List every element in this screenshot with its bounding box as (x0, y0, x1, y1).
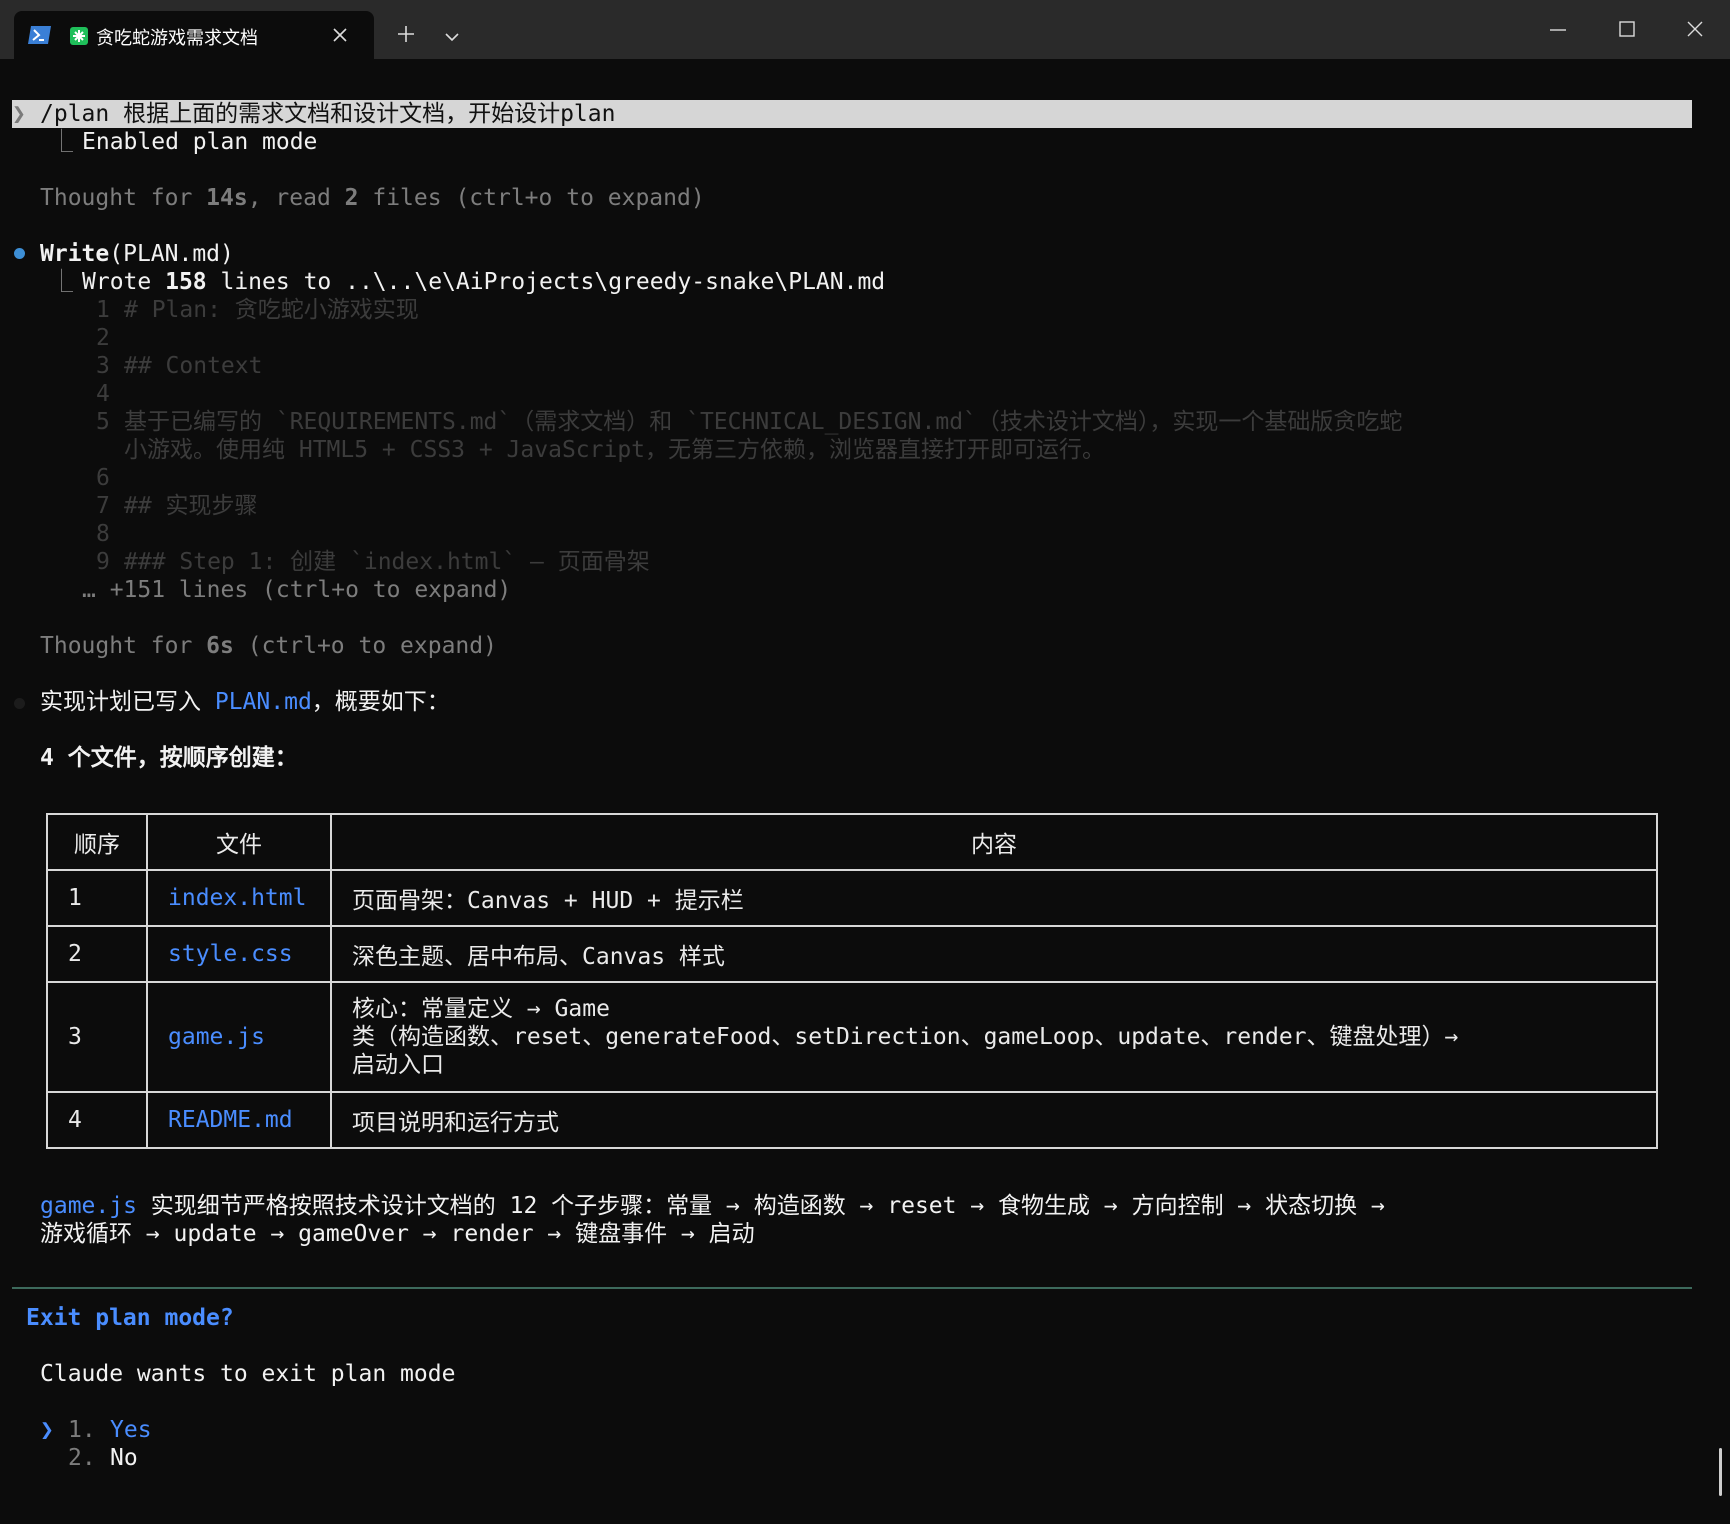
new-tab-plus-icon[interactable] (396, 24, 416, 44)
preview-line-number: 2 (96, 325, 110, 351)
game-js-link[interactable]: game.js (40, 1193, 137, 1219)
thought-status-2: Thought for 6s (ctrl+o to expand) (40, 633, 497, 659)
preview-line-number: 1 (96, 297, 110, 323)
preview-line-text: ## Context (124, 353, 263, 379)
tab-active[interactable]: 贪吃蛇游戏需求文档 (14, 11, 374, 59)
row-index: 4 (46, 1091, 148, 1149)
exit-dialog-title: Exit plan mode? (26, 1305, 234, 1331)
file-link[interactable]: game.js (146, 981, 332, 1093)
minimize-icon[interactable] (1547, 18, 1569, 40)
row-content: 核心：常量定义 → Game 类（构造函数、reset、generateFood… (330, 981, 1658, 1093)
row-content-line: 类（构造函数、reset、generateFood、setDirection、g… (352, 1024, 1459, 1050)
table-header: 文件 (146, 813, 332, 871)
row-content: 项目说明和运行方式 (330, 1091, 1658, 1149)
option-no[interactable]: No (110, 1444, 138, 1472)
row-index: 1 (46, 869, 148, 927)
table-header-row: 顺序 文件 内容 (46, 813, 1658, 871)
row-content: 页面骨架：Canvas + HUD + 提示栏 (330, 869, 1658, 927)
table-row: 2 style.css 深色主题、居中布局、Canvas 样式 (46, 925, 1658, 983)
plan-summary: 实现计划已写入 PLAN.md，概要如下： (40, 689, 450, 715)
implementation-detail: game.js 实现细节严格按照技术设计文档的 12 个子步骤：常量 → 构造函… (40, 1193, 1385, 1219)
file-link[interactable]: README.md (146, 1091, 332, 1149)
preview-line-number: 9 (96, 549, 110, 575)
thought-status-1: Thought for 14s, read 2 files (ctrl+o to… (40, 185, 705, 211)
preview-line-text: 小游戏。使用纯 HTML5 + CSS3 + JavaScript，无第三方依赖… (124, 437, 1106, 463)
tab-title: 贪吃蛇游戏需求文档 (96, 28, 258, 49)
implementation-detail-cont: 游戏循环 → update → gameOver → render → 键盘事件… (40, 1221, 755, 1247)
tab-close-icon[interactable] (330, 25, 350, 45)
preview-line-number: 8 (96, 521, 110, 547)
row-index: 2 (46, 925, 148, 983)
app-icon (70, 27, 88, 45)
table-header: 内容 (330, 813, 1658, 871)
tree-glyph: ⎿ (50, 269, 73, 295)
files-heading: 4 个文件，按顺序创建： (40, 745, 298, 771)
table-row: 3 game.js 核心：常量定义 → Game 类（构造函数、reset、ge… (46, 981, 1658, 1093)
option-number: 2. (68, 1445, 96, 1471)
preview-line-text: # Plan: 贪吃蛇小游戏实现 (124, 297, 419, 323)
preview-line-number: 4 (96, 381, 110, 407)
file-link[interactable]: index.html (146, 869, 332, 927)
row-content: 深色主题、居中布局、Canvas 样式 (330, 925, 1658, 983)
prompt-marker: ❯ (12, 101, 26, 127)
option-number: 1. (68, 1417, 96, 1443)
powershell-icon (28, 25, 52, 45)
preview-line-text: ## 实现步骤 (124, 493, 258, 519)
preview-line-number: 6 (96, 465, 110, 491)
preview-line-text: 基于已编写的 `REQUIREMENTS.md`（需求文档）和 `TECHNIC… (124, 409, 1403, 435)
maximize-icon[interactable] (1616, 18, 1638, 40)
table-header: 顺序 (46, 813, 148, 871)
write-tool-call: Write(PLAN.md) (40, 241, 234, 267)
divider (12, 1287, 1692, 1289)
prompt-command: /plan 根据上面的需求文档和设计文档，开始设计plan (40, 101, 616, 127)
tool-call-bullet (14, 248, 25, 259)
title-bar: 贪吃蛇游戏需求文档 (0, 0, 1730, 59)
row-content-line: 启动入口 (352, 1052, 444, 1078)
row-index: 3 (46, 981, 148, 1093)
exit-dialog-message: Claude wants to exit plan mode (40, 1361, 456, 1387)
plan-table: 顺序 文件 内容 1 index.html 页面骨架：Canvas + HUD … (46, 813, 1658, 1149)
option-yes[interactable]: Yes (110, 1416, 152, 1444)
message-bullet (14, 698, 25, 709)
preview-line-number: 3 (96, 353, 110, 379)
write-result: Wrote 158 lines to ..\..\e\AiProjects\gr… (82, 269, 886, 295)
tree-glyph: ⎿ (50, 129, 73, 155)
chevron-down-icon[interactable] (444, 28, 460, 42)
window-close-icon[interactable] (1684, 18, 1706, 40)
table-row: 1 index.html 页面骨架：Canvas + HUD + 提示栏 (46, 869, 1658, 927)
row-content-line: 核心：常量定义 → Game (352, 996, 610, 1022)
selection-cursor: ❯ (40, 1417, 54, 1443)
preview-line-number: 7 (96, 493, 110, 519)
enabled-plan-mode: Enabled plan mode (82, 129, 318, 155)
scrollbar-thumb[interactable] (1719, 1448, 1722, 1496)
more-lines-hint[interactable]: … +151 lines (ctrl+o to expand) (82, 576, 511, 604)
plan-md-link[interactable]: PLAN.md (215, 689, 312, 715)
table-row: 4 README.md 项目说明和运行方式 (46, 1091, 1658, 1149)
preview-line-number: 5 (96, 409, 110, 435)
file-link[interactable]: style.css (146, 925, 332, 983)
preview-line-text: ### Step 1: 创建 `index.html` — 页面骨架 (124, 549, 650, 575)
